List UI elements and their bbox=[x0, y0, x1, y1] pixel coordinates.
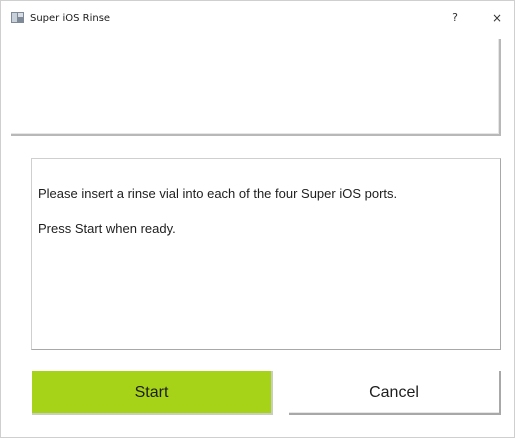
cancel-button[interactable]: Cancel bbox=[289, 371, 501, 415]
title-bar[interactable]: Super iOS Rinse ? × bbox=[1, 1, 514, 37]
header-panel-shade bbox=[11, 39, 499, 134]
help-button[interactable]: ? bbox=[441, 7, 469, 29]
app-icon bbox=[11, 12, 24, 23]
window-title: Super iOS Rinse bbox=[30, 13, 111, 24]
close-button[interactable]: × bbox=[483, 7, 511, 29]
dialog-window: Super iOS Rinse ? × Please insert a rins… bbox=[0, 0, 515, 438]
instruction-text: Please insert a rinse vial into each of … bbox=[38, 186, 398, 201]
ready-prompt-text: Press Start when ready. bbox=[38, 221, 176, 236]
start-button[interactable]: Start bbox=[32, 371, 273, 415]
message-panel: Please insert a rinse vial into each of … bbox=[31, 158, 501, 350]
header-panel bbox=[11, 39, 501, 136]
